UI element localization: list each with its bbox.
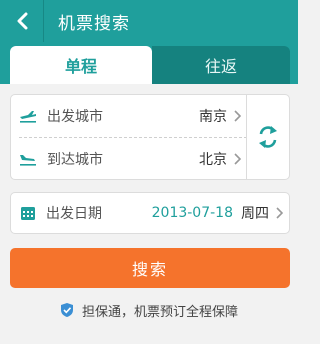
tab-round-trip[interactable]: 往返 xyxy=(152,46,290,84)
chevron-right-icon xyxy=(234,110,241,122)
swap-icon xyxy=(259,126,277,148)
swap-cities-button[interactable] xyxy=(246,95,289,179)
guarantee-text: 担保通，机票预订全程保障 xyxy=(81,304,238,320)
departure-city-value: 南京 xyxy=(199,109,227,125)
takeoff-icon xyxy=(20,111,36,123)
top-bar: 机票搜索 xyxy=(0,0,298,42)
search-form: 出发城市 南京 到达城市 北京 出发日期 2013-07-18 周四 搜索 担保… xyxy=(0,84,298,344)
arrival-city-value: 北京 xyxy=(199,152,227,168)
search-button[interactable]: 搜索 xyxy=(10,248,290,288)
city-selection-card: 出发城市 南京 到达城市 北京 xyxy=(10,94,290,180)
shield-icon xyxy=(60,303,73,317)
departure-date-label: 出发日期 xyxy=(46,206,102,222)
landing-icon xyxy=(20,155,36,166)
departure-city-row[interactable]: 出发城市 南京 xyxy=(11,95,247,137)
back-button[interactable] xyxy=(0,0,44,42)
guarantee-notice: 担保通，机票预订全程保障 xyxy=(0,296,298,324)
departure-weekday: 周四 xyxy=(241,206,269,222)
calendar-icon xyxy=(21,207,35,220)
chevron-right-icon xyxy=(276,207,283,219)
departure-city-label: 出发城市 xyxy=(47,109,103,125)
tab-one-way[interactable]: 单程 xyxy=(10,46,152,84)
page-title: 机票搜索 xyxy=(58,13,130,34)
arrival-city-label: 到达城市 xyxy=(47,152,103,168)
departure-date-value: 2013-07-18 xyxy=(151,205,233,221)
trip-type-tabs: 单程 往返 xyxy=(0,42,298,84)
departure-date-row[interactable]: 出发日期 2013-07-18 周四 xyxy=(10,192,290,234)
back-arrow-icon xyxy=(17,12,27,30)
arrival-city-row[interactable]: 到达城市 北京 xyxy=(11,138,247,180)
chevron-right-icon xyxy=(234,153,241,165)
